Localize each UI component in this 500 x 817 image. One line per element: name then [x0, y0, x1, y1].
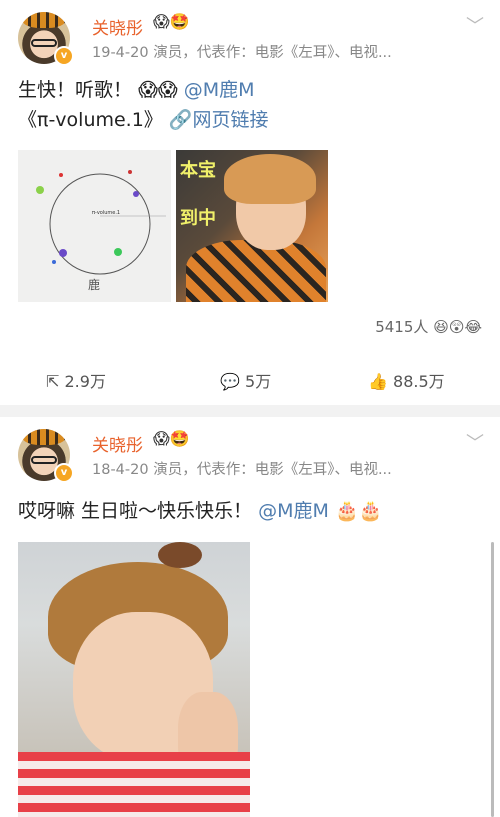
post-text-line-1: 哎呀嘛 生日啦～快乐快乐！ @M鹿M 🎂🎂 — [18, 497, 382, 525]
post-emoji: 😱😱 — [138, 79, 178, 101]
album-cover-signature: 鹿 — [88, 278, 101, 292]
comment-button[interactable]: 💬 5万 — [220, 368, 271, 392]
scrollbar[interactable] — [491, 542, 494, 817]
author-badges: 😱🤩 — [153, 12, 190, 31]
portrait-scribble-side: 到中 — [180, 208, 216, 229]
thumbs-up-icon: 👍 — [368, 372, 388, 391]
author-badges: 😱🤩 — [153, 429, 190, 448]
post-action-bar: ⇱ 2.9万 💬 5万 👍 88.5万 — [0, 360, 500, 396]
avatar-hat — [22, 12, 66, 28]
chevron-down-icon[interactable]: ﹀ — [466, 12, 484, 38]
web-link[interactable]: 🔗网页链接 — [169, 109, 269, 131]
post-text-line-1: 生快！听歌！ 😱😱 @M鹿M — [18, 76, 255, 104]
photo-striped-shirt — [18, 752, 250, 817]
web-link-label: 网页链接 — [192, 109, 269, 131]
post-text-line-2: 《π-volume.1》 🔗网页链接 — [18, 106, 269, 134]
portrait-hair — [224, 154, 316, 204]
comment-count: 5万 — [245, 372, 272, 391]
post-text: 生快！听歌！ — [18, 79, 133, 101]
author-name[interactable]: 关晓彤 — [92, 431, 143, 456]
link-icon: 🔗 — [168, 109, 193, 131]
portrait-scribble-top: 本宝 — [180, 160, 216, 181]
mention-link[interactable]: @M鹿M — [184, 79, 255, 101]
chevron-down-icon[interactable]: ﹀ — [466, 429, 484, 455]
weibo-post-2: v 关晓彤 😱🤩 18-4-20 演员，代表作：电影《左耳》、电视... ﹀ 哎… — [0, 417, 500, 817]
post-emoji: 🎂🎂 — [334, 500, 383, 522]
post-separator — [0, 405, 500, 417]
avatar-glasses — [31, 456, 57, 464]
post-meta: 18-4-20 演员，代表作：电影《左耳》、电视... — [92, 462, 392, 478]
like-count: 88.5万 — [393, 372, 445, 391]
comment-icon: 💬 — [220, 372, 240, 391]
post-image-album-cover[interactable]: π-volume.1 鹿 — [18, 150, 171, 302]
post-meta: 19-4-20 演员，代表作：电影《左耳》、电视... — [92, 45, 392, 61]
verified-badge-icon: v — [54, 46, 74, 66]
repost-button[interactable]: ⇱ 2.9万 — [46, 368, 106, 392]
post-image-portrait[interactable]: 本宝 到中 — [176, 150, 328, 302]
verified-badge-icon: v — [54, 463, 74, 483]
photo-hair-clip — [158, 542, 202, 568]
portrait-shirt — [186, 240, 326, 302]
avatar-hat — [22, 429, 66, 445]
weibo-post-1: v 关晓彤 😱🤩 19-4-20 演员，代表作：电影《左耳》、电视... ﹀ 生… — [0, 0, 500, 405]
repost-icon: ⇱ — [46, 372, 60, 391]
mention-link[interactable]: @M鹿M — [258, 500, 329, 522]
reaction-count: 5415人 — [375, 318, 429, 336]
post-image-photo[interactable] — [18, 542, 250, 817]
reaction-emoji-icons: 😆😲😂 — [433, 318, 482, 336]
repost-count: 2.9万 — [64, 372, 106, 391]
like-button[interactable]: 👍 88.5万 — [368, 368, 445, 392]
author-name[interactable]: 关晓彤 — [92, 14, 143, 39]
post-text: 哎呀嘛 生日啦～快乐快乐！ — [18, 500, 253, 522]
album-cover-caption: π-volume.1 — [92, 210, 121, 216]
reaction-summary[interactable]: 5415人 😆😲😂 — [375, 316, 482, 337]
album-title: 《π-volume.1》 — [18, 109, 163, 131]
avatar-glasses — [31, 39, 57, 47]
